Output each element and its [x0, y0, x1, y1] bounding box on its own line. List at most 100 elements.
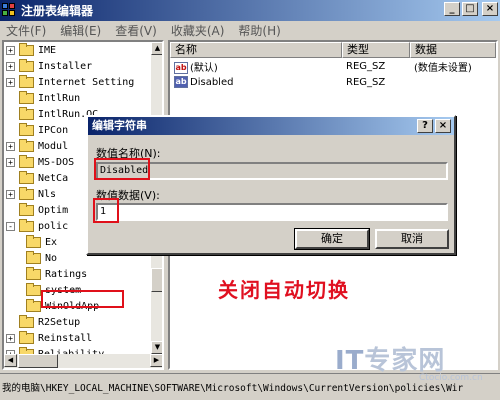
maximize-button[interactable]: □ — [462, 2, 478, 16]
folder-icon — [19, 170, 34, 184]
tree-item[interactable]: IntlRun — [19, 90, 80, 106]
dialog-title: 编辑字符串 — [92, 119, 147, 132]
folder-icon — [19, 202, 34, 216]
tree-item-label: Nls — [38, 188, 57, 200]
tree-item[interactable]: Ratings — [26, 266, 87, 282]
collapse-icon[interactable]: - — [6, 221, 15, 231]
expand-icon[interactable]: + — [6, 141, 15, 151]
scroll-up-arrow-icon[interactable]: ▲ — [151, 42, 162, 55]
tree-item-label: IntlRun — [38, 92, 81, 104]
tree-item-label: Ratings — [45, 268, 88, 280]
menu-help[interactable]: 帮助(H) — [238, 22, 280, 39]
tree-item[interactable]: + Nls — [6, 186, 56, 202]
expand-icon[interactable]: + — [6, 189, 15, 199]
tree-item-label: No — [45, 252, 58, 264]
menu-favorites[interactable]: 收藏夹(A) — [171, 22, 225, 39]
watermark-domain: Ctocio.com.cn — [419, 373, 483, 383]
list-row[interactable]: ab Disabled REG_SZ — [170, 74, 496, 90]
tree-item[interactable]: + IME — [6, 42, 56, 58]
column-header-data[interactable]: 数据 — [410, 42, 496, 58]
menu-edit[interactable]: 编辑(E) — [60, 22, 101, 39]
menu-file[interactable]: 文件(F) — [6, 22, 46, 39]
value-data-input[interactable]: 1 — [96, 203, 448, 221]
list-header: 名称 类型 数据 — [170, 42, 496, 58]
tree-item-label: Ex — [45, 236, 58, 248]
tree-item[interactable]: Ex — [26, 234, 57, 250]
scroll-down-arrow-icon[interactable]: ▼ — [151, 341, 162, 354]
folder-icon — [19, 154, 34, 168]
tree-item[interactable]: IPCon — [19, 122, 68, 138]
tree-item-label: IME — [38, 44, 57, 56]
expand-icon[interactable]: + — [6, 77, 15, 87]
minimize-button[interactable]: _ — [444, 2, 460, 16]
menu-bar: 文件(F) 编辑(E) 查看(V) 收藏夹(A) 帮助(H) — [0, 21, 500, 40]
string-value-icon: ab — [174, 61, 188, 74]
folder-icon — [26, 234, 41, 248]
expand-icon[interactable]: + — [6, 157, 15, 167]
tree-item[interactable]: + Installer — [6, 58, 92, 74]
tree-item-label: Internet Setting — [38, 76, 135, 88]
tree-item-label: R2Setup — [38, 316, 81, 328]
folder-icon — [19, 138, 34, 152]
highlight-value-data — [93, 198, 119, 223]
folder-icon — [19, 330, 34, 344]
dialog-close-button[interactable]: × — [435, 119, 451, 133]
folder-icon — [19, 106, 34, 120]
expand-icon[interactable]: + — [6, 45, 15, 55]
dialog-help-button[interactable]: ? — [417, 119, 433, 133]
menu-view[interactable]: 查看(V) — [115, 22, 157, 39]
value-data: (数值未设置) — [414, 62, 472, 74]
tree-item[interactable]: Optim — [19, 202, 68, 218]
tree-item-label: MS-DOS — [38, 156, 75, 168]
folder-icon — [19, 314, 34, 328]
tree-item-label: IPCon — [38, 124, 69, 136]
folder-icon — [19, 58, 34, 72]
window-title: 注册表编辑器 — [21, 4, 94, 18]
tree-item-label: Optim — [38, 204, 69, 216]
value-type: REG_SZ — [346, 60, 386, 72]
column-header-type[interactable]: 类型 — [342, 42, 410, 58]
close-button[interactable]: × — [482, 2, 498, 16]
folder-open-icon — [26, 298, 41, 312]
column-header-name[interactable]: 名称 — [170, 42, 342, 58]
title-bar: 注册表编辑器 _ □ × — [0, 0, 500, 21]
value-type: REG_SZ — [346, 76, 386, 88]
watermark-name: 专家网 — [364, 346, 446, 376]
expand-icon[interactable]: + — [6, 333, 15, 343]
tree-item-label: polic — [38, 220, 69, 232]
folder-icon — [26, 250, 41, 264]
folder-icon — [26, 266, 41, 280]
list-row[interactable]: ab (默认) REG_SZ (数值未设置) — [170, 58, 496, 74]
folder-icon — [19, 186, 34, 200]
watermark-logo: IT专家网 Ctocio.com.cn — [335, 340, 483, 383]
folder-icon — [19, 90, 34, 104]
tree-item[interactable]: + Reinstall — [6, 330, 92, 346]
scroll-right-arrow-icon[interactable]: ▶ — [150, 354, 162, 367]
highlight-winoldapp — [41, 290, 124, 308]
tree-item[interactable]: + Internet Setting — [6, 74, 134, 90]
tree-item[interactable]: NetCa — [19, 170, 68, 186]
ok-button[interactable]: 确定 — [294, 228, 370, 250]
folder-icon — [19, 74, 34, 88]
watermark-it: IT — [335, 346, 365, 376]
annotation-text: 关闭自动切换 — [218, 278, 350, 302]
scroll-left-arrow-icon[interactable]: ◀ — [4, 354, 17, 367]
tree-item[interactable]: R2Setup — [19, 314, 80, 330]
tree-item-label: Reinstall — [38, 332, 93, 344]
value-name: (默认) — [190, 62, 218, 74]
dialog-title-bar: 编辑字符串 ? × — [88, 117, 454, 135]
expand-icon[interactable]: + — [6, 61, 15, 71]
folder-icon — [26, 282, 41, 296]
edit-string-dialog: 编辑字符串 ? × 数值名称(N): Disabled 数值数据(V): 1 确… — [86, 115, 456, 255]
scroll-thumb[interactable] — [151, 268, 162, 292]
tree-item[interactable]: + MS-DOS — [6, 154, 74, 170]
cancel-button[interactable]: 取消 — [375, 229, 449, 249]
scroll-thumb-horizontal[interactable] — [18, 354, 58, 368]
tree-item[interactable]: No — [26, 250, 57, 266]
highlight-value-name — [94, 158, 150, 180]
tree-item-label: NetCa — [38, 172, 69, 184]
tree-item[interactable]: + Modul — [6, 138, 68, 154]
tree-item-label: Modul — [38, 140, 69, 152]
tree-item[interactable]: - polic — [6, 218, 68, 234]
tree-horizontal-scrollbar[interactable]: ◀ ▶ — [4, 354, 162, 368]
